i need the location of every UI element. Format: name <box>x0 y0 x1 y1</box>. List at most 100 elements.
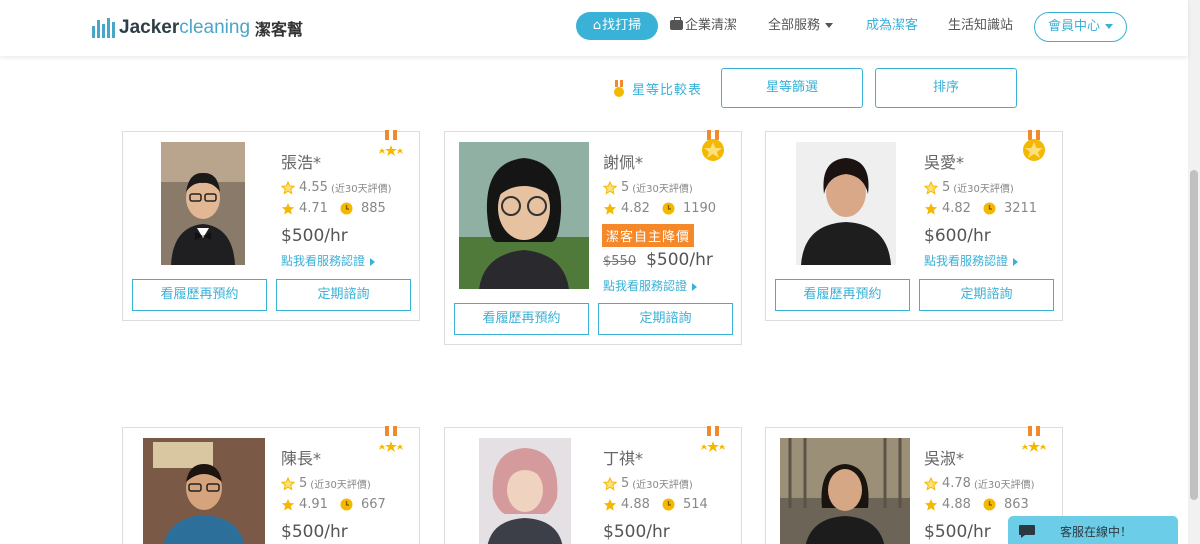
clock-icon <box>983 202 996 215</box>
nav-services-dropdown[interactable]: 全部服務 <box>768 12 834 40</box>
clock-icon <box>662 202 675 215</box>
cleaner-card: 吳愛* 5 (近30天評價) 4.82 3211 $600/hr 點我看服務認證 … <box>765 130 1063 321</box>
service-certification-link[interactable]: 點我看服務認證 <box>281 252 376 269</box>
star-medal-icon <box>379 426 403 452</box>
cleaner-name: 丁祺* <box>603 449 644 468</box>
rating-30-value: 5 <box>621 180 630 195</box>
star-compare-link[interactable]: 星等比較表 <box>612 79 702 98</box>
service-certification-link[interactable]: 點我看服務認證 <box>603 277 698 294</box>
cleaner-card: 謝佩* 5 (近30天評價) 4.82 1190 潔客自主降價 $550 $500/… <box>444 130 742 345</box>
rating-overall-value: 4.88 <box>942 497 971 512</box>
job-count: 863 <box>1003 497 1029 512</box>
consult-button[interactable]: 定期諮詢 <box>276 279 411 311</box>
rating-30-days: 5 (近30天評價) <box>924 180 1014 195</box>
nav-join-label: 成為潔客 <box>866 18 919 33</box>
job-count: 514 <box>682 497 708 512</box>
nav-enterprise-link[interactable]: 企業清潔 <box>670 12 737 40</box>
star-medal-icon <box>379 130 403 156</box>
person-avatar-icon <box>161 142 245 265</box>
cleaner-photo[interactable] <box>780 438 910 544</box>
person-avatar-icon <box>780 438 910 544</box>
clock-icon <box>340 498 353 511</box>
person-avatar-icon <box>479 438 571 544</box>
chat-bubble-icon <box>1019 524 1035 538</box>
cleaner-name: 謝佩* <box>603 153 644 172</box>
star-icon <box>604 202 616 215</box>
rating-overall: 4.71 885 <box>281 201 386 216</box>
cleaner-photo[interactable] <box>459 142 589 289</box>
cleaner-photo[interactable] <box>796 142 896 265</box>
consult-button[interactable]: 定期諮詢 <box>919 279 1054 311</box>
hourly-price: $500/hr <box>281 226 348 246</box>
rating-30-note: (近30天評價) <box>330 184 392 195</box>
clock-icon <box>662 498 675 511</box>
scrollbar-thumb[interactable] <box>1190 170 1198 500</box>
nav-book-label: 找打掃 <box>602 18 642 33</box>
cleaner-card: 陳長* 5 (近30天評價) 4.91 667 $500/hr <box>122 426 420 544</box>
hourly-price: $550 $500/hr <box>603 250 713 270</box>
live-chat-widget[interactable]: 客服在線中！ <box>1008 516 1178 544</box>
cleaner-name: 陳長* <box>281 449 322 468</box>
rebook-button[interactable]: 看履歷再預約 <box>132 279 267 311</box>
cleaner-photo[interactable] <box>161 142 245 265</box>
rating-30-value: 5 <box>621 476 630 491</box>
rating-30-days: 5 (近30天評價) <box>281 476 371 491</box>
nav-tips-link[interactable]: 生活知識站 <box>948 12 1013 40</box>
certify-label: 點我看服務認證 <box>603 279 688 293</box>
hourly-price: $500/hr <box>924 522 991 542</box>
rating-30-value: 5 <box>299 476 308 491</box>
rating-30-days: 5 (近30天評價) <box>603 476 693 491</box>
rating-30-note: (近30天評價) <box>953 184 1014 195</box>
medal-icon <box>614 79 624 97</box>
star-outline-icon <box>924 180 938 195</box>
job-count: 667 <box>360 497 386 512</box>
rating-overall: 4.88 863 <box>924 497 1029 512</box>
price-value: $500/hr <box>603 522 670 542</box>
navbar: Jacker cleaning 潔客幫 ⌂找打掃 企業清潔 全部服務 成為潔客 生活… <box>0 0 1188 56</box>
star-outline-icon <box>603 180 617 195</box>
job-count: 885 <box>360 201 386 216</box>
rating-overall-value: 4.82 <box>621 201 650 216</box>
nav-member-dropdown[interactable]: 會員中心 <box>1034 12 1127 42</box>
sort-button[interactable]: 排序 <box>875 68 1017 108</box>
chevron-right-icon <box>370 257 376 266</box>
nav-member-label: 會員中心 <box>1047 19 1100 34</box>
price-value: $500/hr <box>281 226 348 246</box>
chevron-right-icon <box>692 282 698 291</box>
rebook-button[interactable]: 看履歷再預約 <box>775 279 910 311</box>
star-icon <box>604 498 616 511</box>
price-value: $600/hr <box>924 226 991 246</box>
rating-overall-value: 4.91 <box>299 497 328 512</box>
price-value: $500/hr <box>281 522 348 542</box>
consult-button[interactable]: 定期諮詢 <box>598 303 733 335</box>
nav-join-link[interactable]: 成為潔客 <box>866 12 918 40</box>
person-avatar-icon <box>459 142 589 289</box>
rating-overall: 4.82 1190 <box>603 201 716 216</box>
star-medal-icon <box>701 426 725 452</box>
original-price: $550 <box>603 254 637 269</box>
star-icon <box>925 202 937 215</box>
rating-30-note: (近30天評價) <box>632 184 693 195</box>
rating-overall-value: 4.82 <box>942 201 971 216</box>
star-filter-button[interactable]: 星等篩選 <box>721 68 863 108</box>
star-compare-label: 星等比較表 <box>632 83 703 98</box>
rating-overall: 4.88 514 <box>603 497 708 512</box>
cleaner-photo[interactable] <box>479 438 571 544</box>
star-icon <box>282 202 294 215</box>
rating-30-value: 4.78 <box>942 476 971 491</box>
chevron-right-icon <box>1013 257 1019 266</box>
star-icon <box>925 498 937 511</box>
page-scrollbar[interactable] <box>1188 0 1200 544</box>
job-count: 1190 <box>682 201 717 216</box>
cleaner-photo[interactable] <box>143 438 265 544</box>
service-certification-link[interactable]: 點我看服務認證 <box>924 252 1019 269</box>
nav-book-button[interactable]: ⌂找打掃 <box>576 12 658 40</box>
rebook-button[interactable]: 看履歷再預約 <box>454 303 589 335</box>
price-value: $500/hr <box>924 522 991 542</box>
person-avatar-icon <box>796 142 896 265</box>
certify-label: 點我看服務認證 <box>924 254 1009 268</box>
rating-overall: 4.91 667 <box>281 497 386 512</box>
rating-30-note: (近30天評價) <box>973 480 1035 491</box>
cleaner-card: 丁祺* 5 (近30天評價) 4.88 514 $500/hr <box>444 426 742 544</box>
rating-overall: 4.82 3211 <box>924 201 1037 216</box>
